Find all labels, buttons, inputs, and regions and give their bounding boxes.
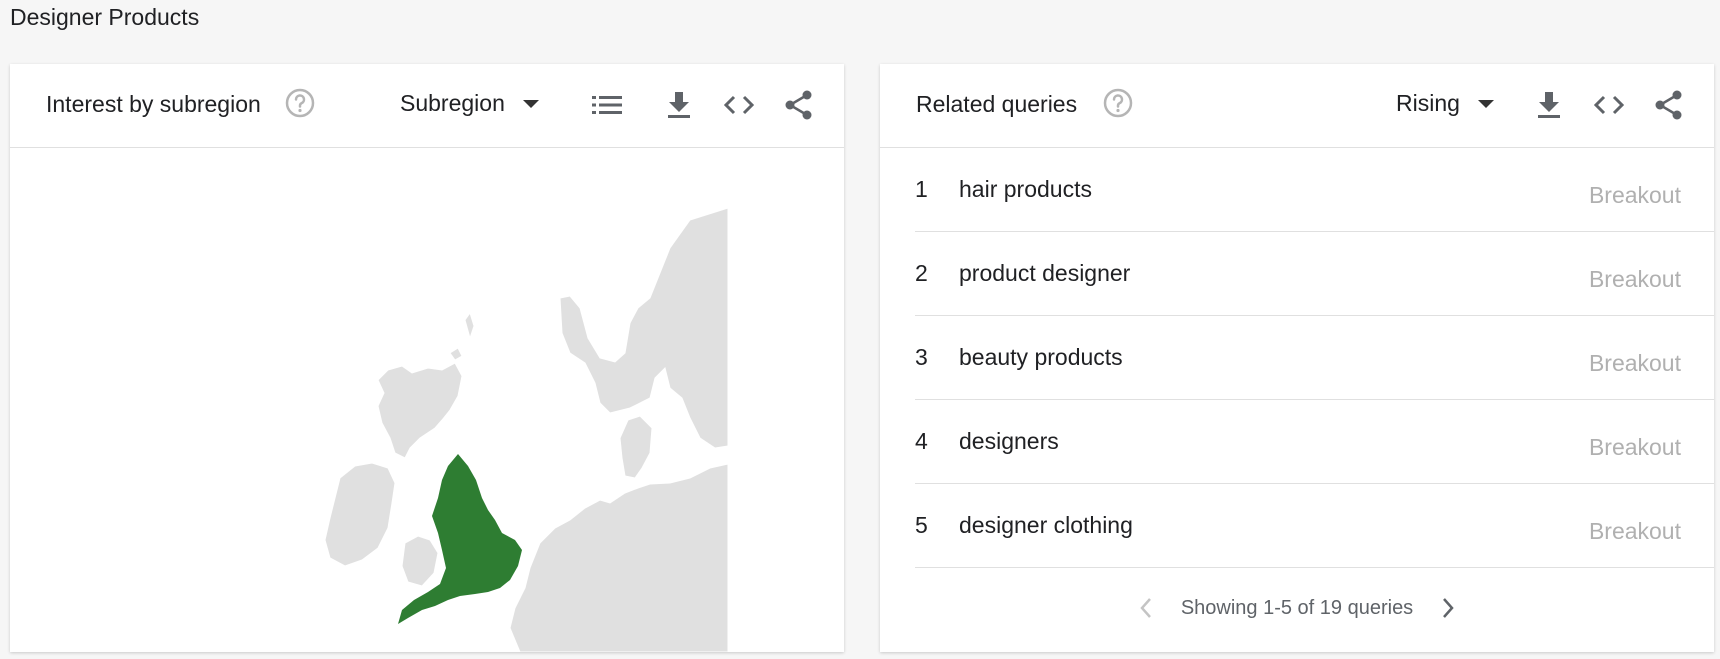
value: Breakout	[1588, 266, 1681, 292]
chevron-right-icon[interactable]	[1433, 593, 1463, 623]
rank: 5	[915, 512, 928, 538]
embed-code-icon[interactable]	[722, 88, 756, 122]
card-title: Interest by subregion	[46, 91, 261, 117]
dropdown-label: Subregion	[400, 90, 505, 116]
download-icon[interactable]	[1532, 88, 1566, 122]
help-icon[interactable]	[1102, 87, 1134, 119]
rank: 4	[915, 428, 928, 454]
interest-by-subregion-card: Interest by subregion Subregion	[10, 64, 844, 653]
page-title: Designer Products	[10, 4, 200, 30]
related-queries-card: Related queries Rising 1 hair products B…	[880, 64, 1714, 652]
value: Breakout	[1588, 434, 1681, 460]
rank: 1	[915, 176, 928, 202]
value: Breakout	[1588, 182, 1681, 208]
embed-code-icon[interactable]	[1592, 88, 1626, 122]
query-link[interactable]: designer clothing	[959, 512, 1133, 539]
query-link[interactable]: product designer	[959, 260, 1130, 287]
subregion-dropdown[interactable]: Subregion	[400, 90, 539, 117]
list-item[interactable]: 1 hair products Breakout	[915, 148, 1714, 232]
caret-down-icon	[1477, 99, 1494, 108]
help-icon[interactable]	[284, 87, 316, 119]
map-land	[324, 207, 729, 653]
list-icon[interactable]	[590, 88, 624, 122]
download-icon[interactable]	[662, 88, 696, 122]
share-icon[interactable]	[1652, 88, 1686, 122]
card-header: Related queries Rising	[880, 64, 1714, 148]
query-link[interactable]: beauty products	[959, 344, 1123, 371]
value: Breakout	[1588, 518, 1681, 544]
query-link[interactable]: designers	[959, 428, 1059, 455]
rank: 3	[915, 344, 928, 370]
query-link[interactable]: hair products	[959, 176, 1092, 203]
subregion-map	[10, 148, 844, 653]
rank: 2	[915, 260, 928, 286]
value: Breakout	[1588, 350, 1681, 376]
list-item[interactable]: 4 designers Breakout	[915, 400, 1714, 484]
list-item[interactable]: 5 designer clothing Breakout	[915, 484, 1714, 568]
list-item[interactable]: 3 beauty products Breakout	[915, 316, 1714, 400]
dropdown-label: Rising	[1396, 90, 1460, 116]
chevron-left-icon[interactable]	[1131, 593, 1161, 623]
list-item[interactable]: 2 product designer Breakout	[915, 232, 1714, 316]
card-title: Related queries	[916, 91, 1078, 117]
share-icon[interactable]	[782, 88, 816, 122]
pagination: Showing 1-5 of 19 queries	[880, 578, 1714, 638]
queries-list: 1 hair products Breakout 2 product desig…	[880, 148, 1714, 568]
card-header: Interest by subregion Subregion	[10, 64, 844, 148]
pagination-text: Showing 1-5 of 19 queries	[1180, 596, 1414, 619]
caret-down-icon	[522, 99, 539, 108]
rising-dropdown[interactable]: Rising	[1396, 90, 1494, 117]
